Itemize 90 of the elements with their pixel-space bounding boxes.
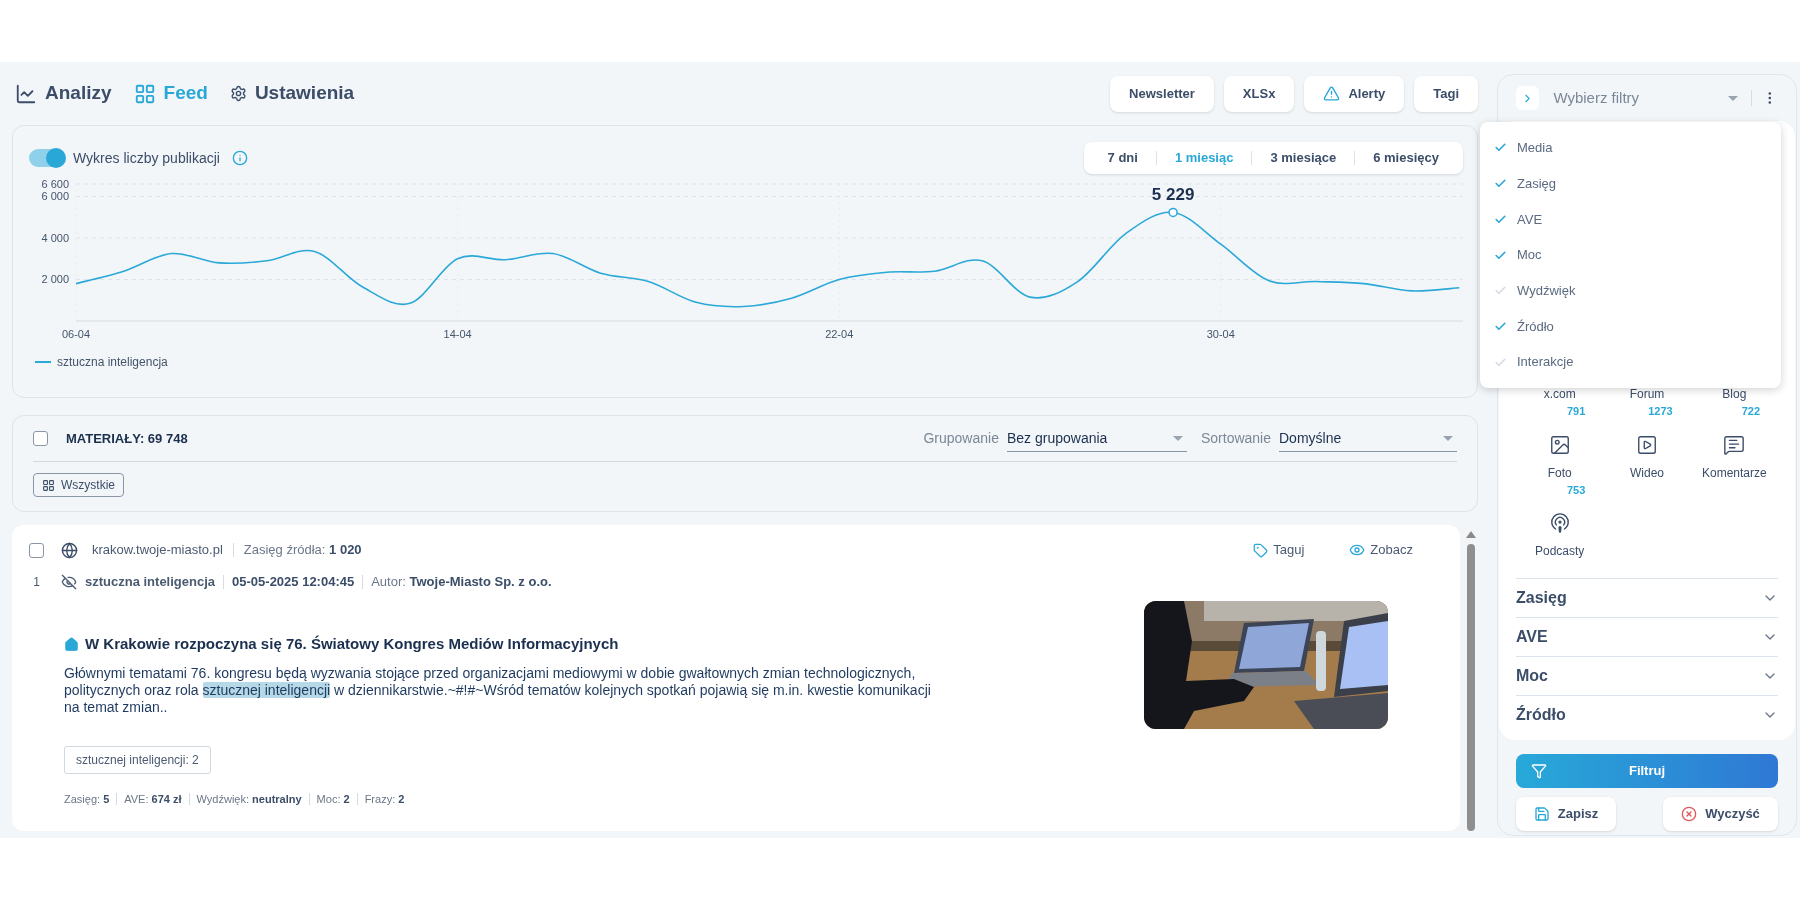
toolbar-button[interactable]: Alerty (1304, 75, 1405, 112)
view-button[interactable]: Zobacz (1349, 540, 1413, 560)
article-body: Głównymi tematami 76. kongresu będą wyzwania stojące przed organizacjami mediowymi w dobie gwałtownych zmian technologicznych, politycznych oraz rola sztucznej inteligencji w dziennikarstwie.~#!#~Wśród tematów kolejnych spotkań pojawią się m.in. kwestie komunikacji na temat zmian.. (64, 664, 932, 716)
media-type-count: 722 (1741, 404, 1760, 419)
phrase-chip: sztucznej inteligencji: 2 (64, 745, 211, 774)
info-icon[interactable] (231, 150, 248, 166)
period-tab[interactable]: 3 miesiące (1252, 148, 1355, 168)
media-type-label[interactable]: Wideo (1630, 463, 1664, 482)
image-icon (1548, 433, 1571, 456)
y-tick-label: 6 000 (41, 190, 69, 203)
x-tick-label: 06-04 (61, 328, 91, 340)
clear-icon (1681, 806, 1698, 822)
metric: Moc: 2 (316, 791, 350, 807)
period-tab[interactable]: 7 dni (1089, 148, 1156, 168)
period-tab[interactable]: 6 miesięcy (1355, 148, 1457, 168)
nav-tab[interactable]: Analizy (15, 79, 112, 108)
y-tick-label: 2 000 (41, 273, 69, 286)
toolbar-button[interactable]: Tagi (1414, 75, 1478, 112)
materials-count: MATERIAŁY: 69 748 (66, 429, 188, 448)
legend-line (35, 361, 51, 363)
media-type-count: 791 (1566, 404, 1586, 419)
y-tick-label: 4 000 (41, 231, 69, 244)
toggle-switch[interactable] (29, 149, 65, 167)
menu-item[interactable]: Zasięg (1480, 165, 1781, 202)
peak-value: 5 229 (1151, 185, 1195, 205)
row-number: 1 (32, 574, 41, 591)
legend-label: sztuczna inteligencja (57, 354, 168, 371)
media-type-label[interactable]: x.com (1543, 385, 1576, 403)
menu-item[interactable]: Interakcje (1480, 344, 1781, 381)
grouping-select[interactable]: Bez grupowania (1006, 425, 1187, 452)
play-icon (1636, 433, 1658, 456)
nav-tab[interactable]: Ustawienia (229, 79, 355, 108)
chart-icon (15, 82, 37, 105)
phrase-label: sztuczna inteligencja (85, 573, 216, 592)
metric: Frazy: 2 (364, 791, 405, 807)
article-title[interactable]: W Krakowie rozpoczyna się 76. Światowy Kongres Mediów Informacyjnych (85, 633, 619, 656)
grid-icon (42, 478, 55, 492)
date-label: 05-05-2025 12:04:45 (232, 573, 355, 592)
warning-icon (1323, 85, 1341, 102)
media-type-count: 1273 (1648, 404, 1673, 419)
tag-button[interactable]: Taguj (1253, 540, 1305, 560)
x-tick-label: 22-04 (825, 328, 854, 340)
author-label: Autor: Twoje-Miasto Sp. z o.o. (371, 573, 552, 592)
checkbox[interactable] (29, 542, 44, 558)
metric: Wydźwięk: neutralny (196, 791, 302, 807)
toolbar-button[interactable]: Newsletter (1110, 75, 1214, 112)
toolbar-button[interactable]: XLSx (1223, 75, 1295, 112)
funnel-icon (1531, 763, 1547, 779)
media-type-label[interactable]: Komentarze (1701, 463, 1767, 482)
filter-chip[interactable]: Wszystkie (33, 473, 124, 497)
x-tick-label: 30-04 (1206, 328, 1235, 340)
tag-icon (1253, 542, 1269, 558)
comment-icon (1723, 433, 1746, 456)
checkbox[interactable] (33, 431, 48, 446)
accordion-header[interactable]: AVE (1516, 617, 1778, 656)
toggle-label: Wykres liczby publikacji (73, 148, 220, 168)
home-icon (64, 636, 79, 652)
settings-icon (229, 85, 247, 102)
accordion-header[interactable]: Zasięg (1516, 578, 1778, 617)
sorting-select[interactable]: Domyślne (1279, 425, 1457, 452)
clear-button[interactable]: Wyczyść (1663, 797, 1778, 831)
media-type-label[interactable]: Podcasty (1535, 542, 1585, 560)
metric: Zasięg: 5 (64, 791, 110, 807)
media-type-label[interactable]: Foto (1547, 463, 1572, 482)
grid-icon (133, 82, 156, 105)
globe-icon (61, 541, 78, 559)
menu-item[interactable]: Wydźwięk (1480, 272, 1781, 309)
accordion-header[interactable]: Źródło (1516, 695, 1778, 734)
media-type-label[interactable]: Forum (1629, 385, 1665, 403)
media-type-label[interactable]: Blog (1722, 385, 1747, 403)
grouping-label: Grupowanie (923, 429, 999, 448)
menu-item[interactable]: AVE (1480, 201, 1781, 238)
eye-off-icon (61, 574, 77, 590)
y-tick-label: 6 600 (41, 179, 69, 190)
x-tick-label: 14-04 (443, 328, 472, 340)
media-type-count: 753 (1566, 482, 1586, 498)
menu-item[interactable]: Moc (1480, 237, 1781, 273)
podcast-icon (1548, 512, 1571, 534)
save-button[interactable]: Zapisz (1516, 797, 1616, 831)
save-icon (1533, 806, 1550, 822)
menu-item[interactable]: Media (1480, 130, 1781, 166)
source-reach: Zasięg źródła: 1 020 (243, 541, 362, 560)
peak-marker (1168, 207, 1178, 218)
eye-icon (1349, 542, 1366, 558)
sorting-label: Sortowanie (1200, 429, 1271, 448)
accordion-header[interactable]: Moc (1516, 656, 1778, 695)
metric: AVE: 674 zł (124, 791, 182, 807)
expand-button[interactable] (1516, 86, 1540, 110)
source-link[interactable]: krakow.twoje-miasto.pl (92, 540, 223, 560)
menu-item[interactable]: Źródło (1480, 308, 1781, 345)
